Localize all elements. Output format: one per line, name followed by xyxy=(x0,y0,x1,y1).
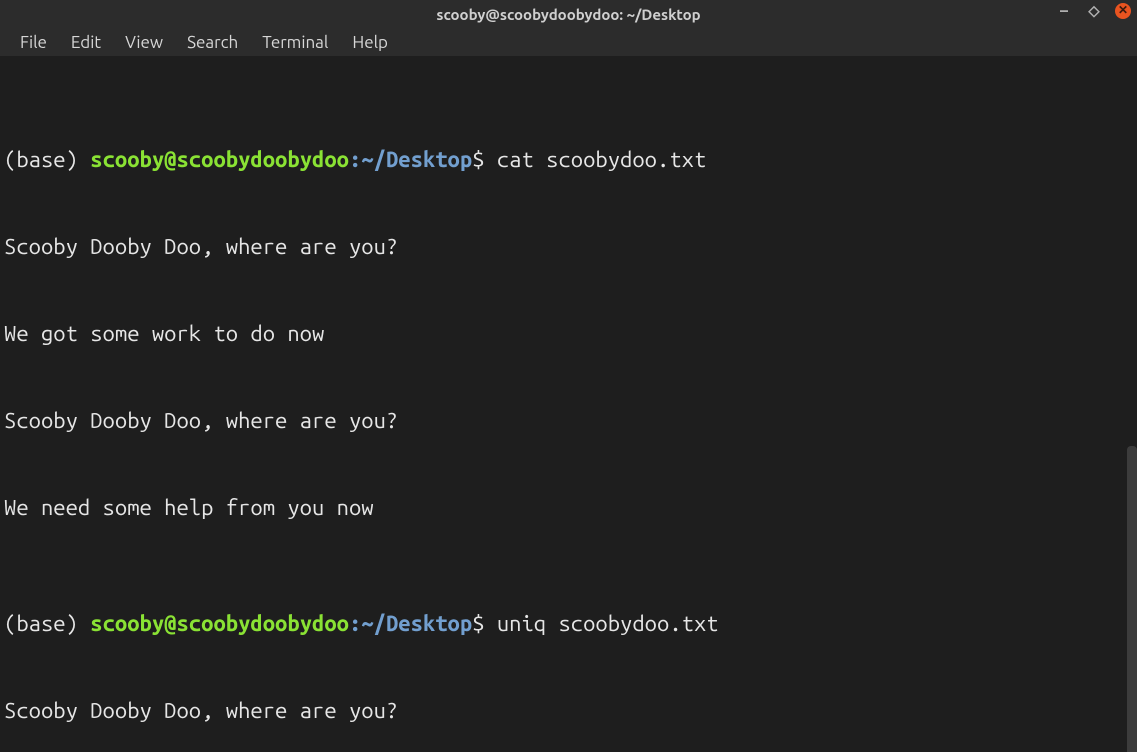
prompt-colon: : xyxy=(349,147,361,172)
prompt-line: (base) scooby@scoobydoobydoo:~/Desktop$ … xyxy=(4,145,1133,174)
output-line: Scooby Dooby Doo, where are you? xyxy=(4,696,1133,725)
prompt-user: scooby@scoobydoobydoo xyxy=(90,611,349,636)
prompt-dollar: $ xyxy=(472,147,497,172)
terminal-area[interactable]: (base) scooby@scoobydoobydoo:~/Desktop$ … xyxy=(0,56,1137,752)
menu-help[interactable]: Help xyxy=(340,31,400,54)
prompt-dollar: $ xyxy=(472,611,497,636)
prompt-line: (base) scooby@scoobydoobydoo:~/Desktop$ … xyxy=(4,609,1133,638)
close-button[interactable]: ✕ xyxy=(1115,3,1131,19)
menu-file[interactable]: File xyxy=(8,31,59,54)
output-line: We got some work to do now xyxy=(4,319,1133,348)
titlebar: scooby@scoobydoobydoo: ~/Desktop – ⬦ ✕ xyxy=(0,0,1137,28)
maximize-button[interactable]: ⬦ xyxy=(1085,2,1103,20)
minimize-button[interactable]: – xyxy=(1055,2,1073,20)
prompt-env: (base) xyxy=(4,611,90,636)
output-line: Scooby Dooby Doo, where are you? xyxy=(4,232,1133,261)
prompt-env: (base) xyxy=(4,147,90,172)
prompt-colon: : xyxy=(349,611,361,636)
prompt-path: ~/Desktop xyxy=(361,611,472,636)
output-line: We need some help from you now xyxy=(4,493,1133,522)
menu-edit[interactable]: Edit xyxy=(59,31,113,54)
menu-terminal[interactable]: Terminal xyxy=(250,31,340,54)
prompt-user: scooby@scoobydoobydoo xyxy=(90,147,349,172)
window-controls: – ⬦ ✕ xyxy=(1055,2,1131,20)
command-text: cat scoobydoo.txt xyxy=(497,147,706,172)
command-text: uniq scoobydoo.txt xyxy=(497,611,719,636)
prompt-path: ~/Desktop xyxy=(361,147,472,172)
window-title: scooby@scoobydoobydoo: ~/Desktop xyxy=(436,6,700,23)
output-line: Scooby Dooby Doo, where are you? xyxy=(4,406,1133,435)
menu-view[interactable]: View xyxy=(113,31,175,54)
menubar: File Edit View Search Terminal Help xyxy=(0,28,1137,56)
scrollbar[interactable] xyxy=(1127,446,1137,752)
menu-search[interactable]: Search xyxy=(175,31,250,54)
